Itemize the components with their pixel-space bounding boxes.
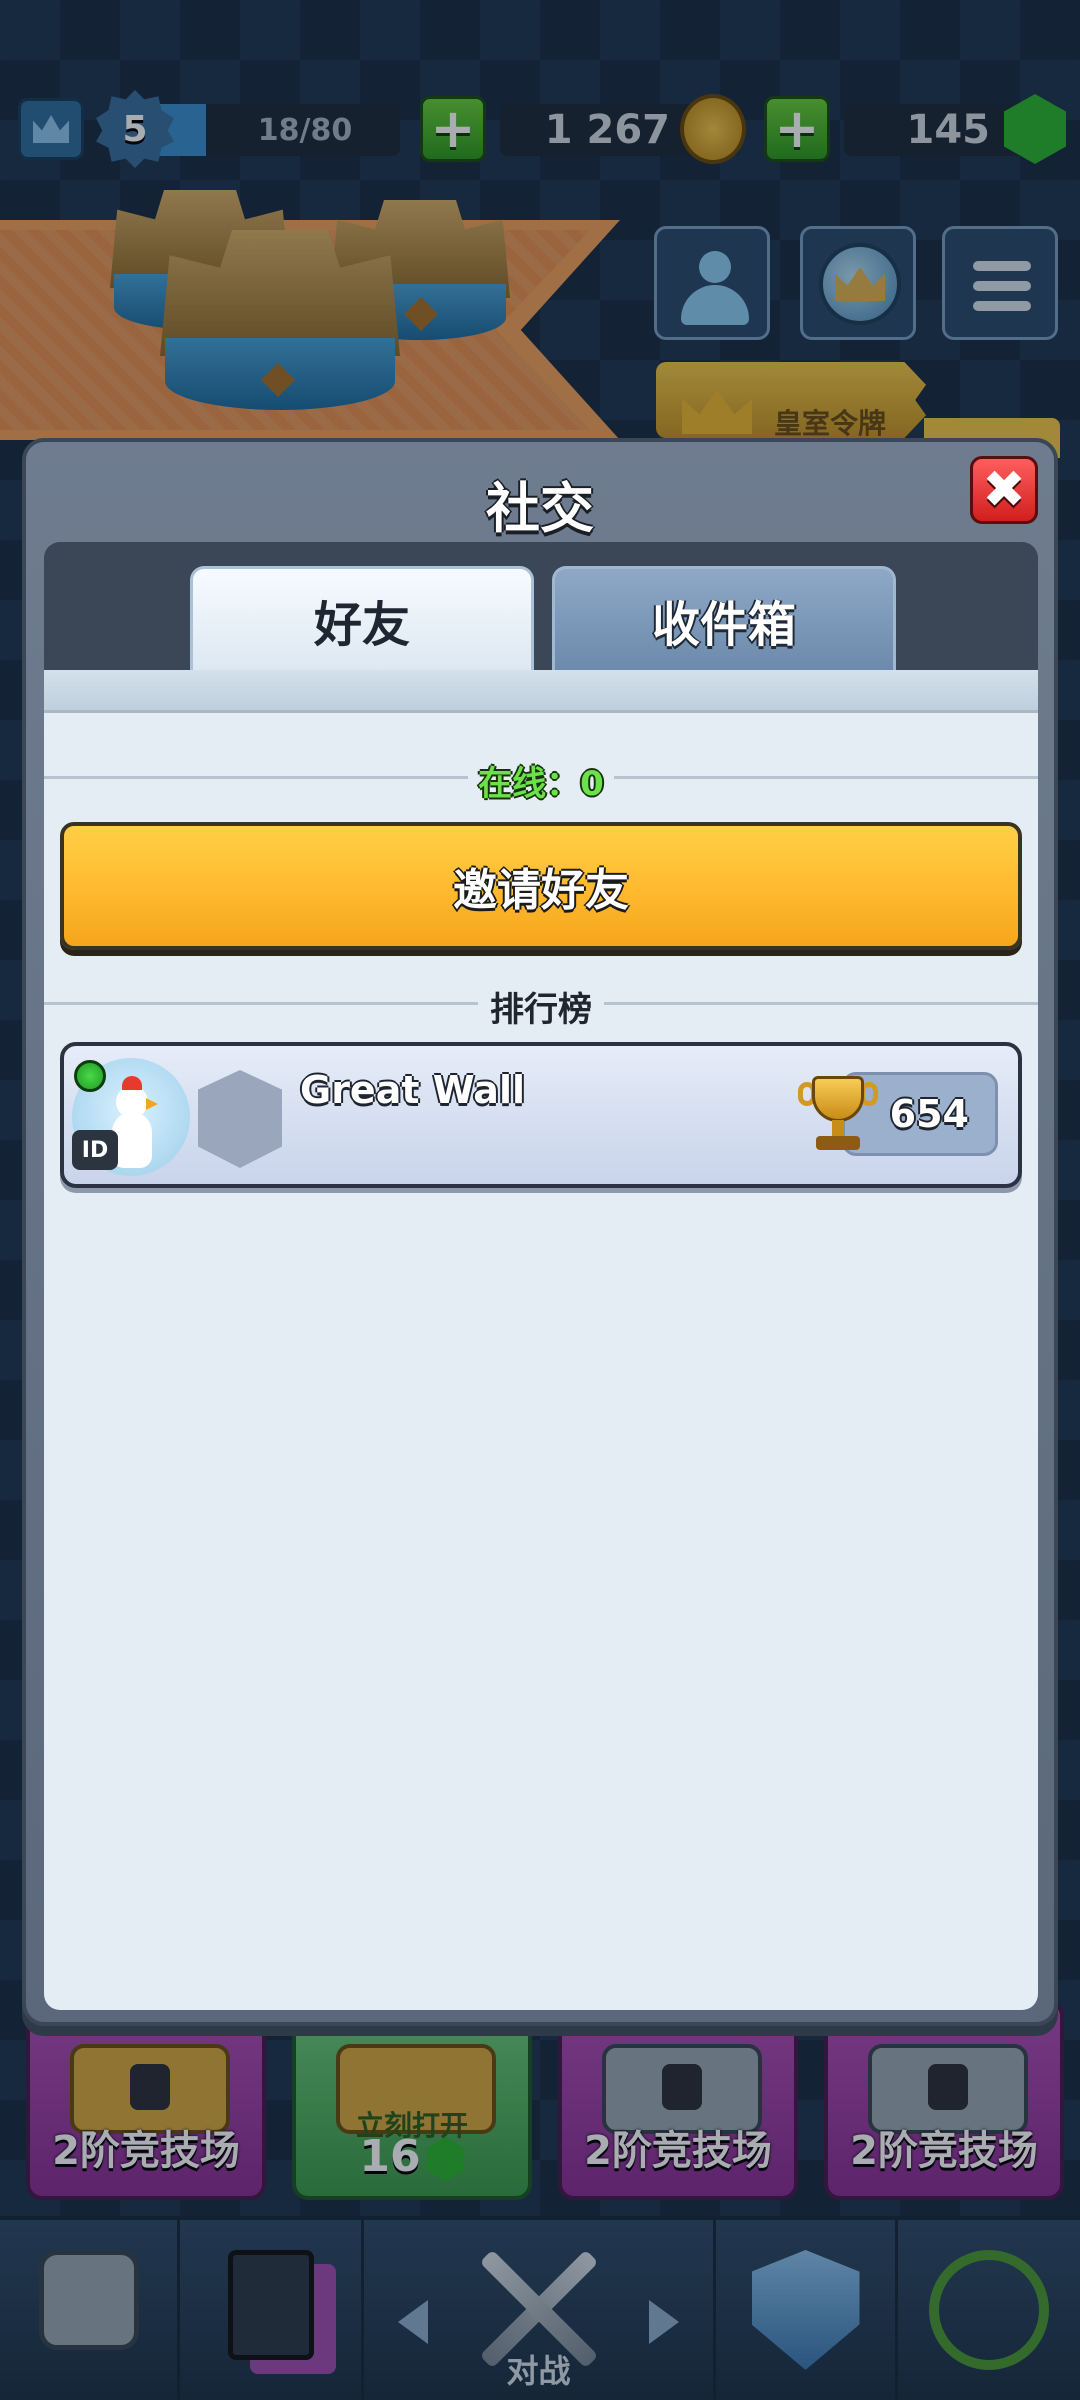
panel-header-stripe <box>44 670 1038 713</box>
leaderboard-heading: 排行榜 <box>44 982 1038 1031</box>
friend-list-item[interactable]: ID Great Wall 654 <box>60 1042 1022 1188</box>
tab-bar: 好友 收件箱 <box>44 542 1038 670</box>
invite-friends-button[interactable]: 邀请好友 <box>60 822 1022 950</box>
online-count: 在线：0 <box>44 756 1038 805</box>
social-dialog: 社交 ✖ 好友 收件箱 在线：0 邀请好友 排行榜 ID Great Wall … <box>22 438 1058 2026</box>
clan-shield-icon <box>198 1070 282 1168</box>
online-count-text: 在线：0 <box>468 764 614 804</box>
tab-inbox[interactable]: 收件箱 <box>552 566 896 670</box>
leaderboard-heading-text: 排行榜 <box>478 990 604 1030</box>
online-status-icon <box>74 1060 106 1092</box>
id-badge: ID <box>72 1130 118 1170</box>
close-icon: ✖ <box>982 460 1026 520</box>
tab-friends[interactable]: 好友 <box>190 566 534 670</box>
trophy-icon <box>798 1076 878 1156</box>
close-button[interactable]: ✖ <box>970 456 1038 524</box>
friend-name: Great Wall <box>300 1068 525 1112</box>
dialog-title: 社交 <box>486 477 594 540</box>
friends-panel: 在线：0 邀请好友 排行榜 ID Great Wall 654 <box>44 670 1038 2010</box>
